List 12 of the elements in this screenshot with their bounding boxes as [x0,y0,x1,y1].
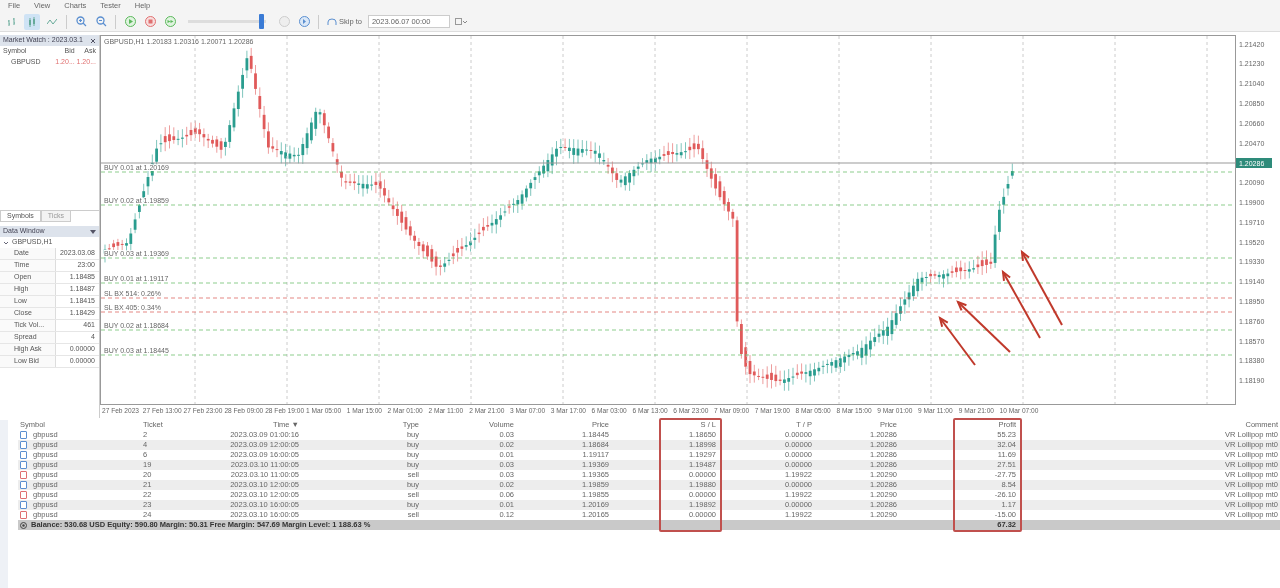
chevron-icon[interactable] [3,239,9,246]
close-icon[interactable] [90,37,96,44]
arrow [1001,269,1041,339]
play-icon[interactable] [122,13,138,30]
dropdown-arrow-icon[interactable] [90,229,96,234]
info-icon [20,521,27,529]
candlestick-icon[interactable] [24,13,40,30]
step-icon[interactable] [296,13,312,30]
skip-icon [327,17,337,26]
fast-forward-icon[interactable] [162,13,178,30]
stop-icon[interactable] [142,13,158,30]
slider-thumb[interactable] [259,14,265,29]
